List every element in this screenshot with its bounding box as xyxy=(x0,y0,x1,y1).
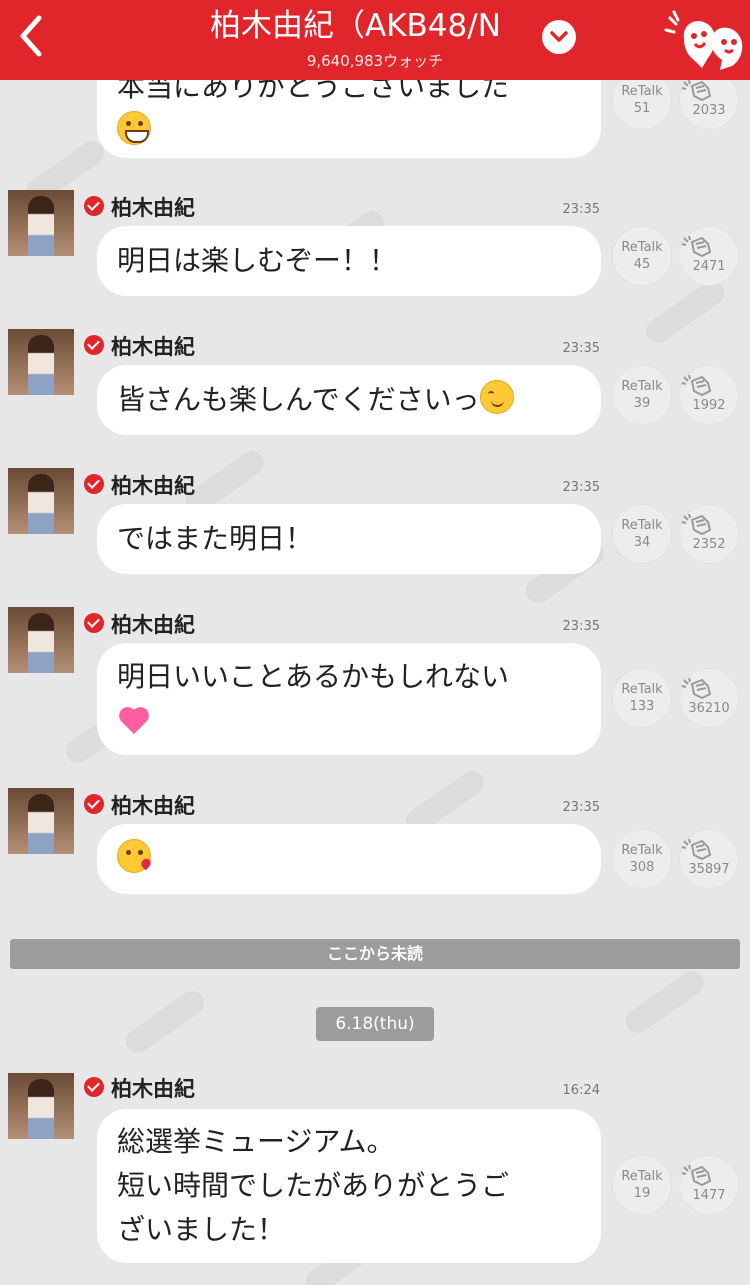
title-dropdown-button[interactable] xyxy=(542,20,576,54)
page-title: 柏木由紀（AKB48/N xyxy=(210,8,501,44)
message-time: 16:24 xyxy=(562,1083,600,1098)
clap-button[interactable]: 1477 xyxy=(679,1155,739,1215)
clap-count: 2033 xyxy=(692,103,726,118)
retalk-label: ReTalk xyxy=(621,518,663,533)
message-text: ざいました！ xyxy=(117,1213,286,1246)
smiling-face-emoji-icon xyxy=(479,380,514,414)
verified-check-icon xyxy=(84,196,104,216)
message-text: 明日は楽しむぞー！！ xyxy=(117,244,398,277)
retalk-button[interactable]: ReTalk 19 xyxy=(612,1155,672,1215)
message-bubble[interactable]: 明日は楽しむぞー！！ xyxy=(97,226,601,296)
retalk-count: 39 xyxy=(633,396,651,411)
message-time: 23:35 xyxy=(562,800,600,815)
verified-check-icon xyxy=(84,474,104,494)
clap-icon xyxy=(681,838,712,861)
clap-icon xyxy=(681,79,712,102)
clap-count: 2352 xyxy=(692,537,726,552)
avatar[interactable] xyxy=(8,1073,74,1139)
message-bubble[interactable]: 皆さんも楽しんでくださいっ xyxy=(97,365,601,435)
retalk-label: ReTalk xyxy=(621,682,663,697)
clap-button[interactable]: 2352 xyxy=(679,504,739,564)
verified-check-icon xyxy=(84,613,104,633)
retalk-count: 34 xyxy=(633,535,651,550)
clap-count: 36210 xyxy=(688,701,730,716)
kissing-face-emoji-icon xyxy=(117,839,151,873)
message-text: 明日いいことあるかもしれない xyxy=(117,660,510,693)
unread-divider: ここから未読 xyxy=(10,939,740,969)
avatar[interactable] xyxy=(8,190,74,256)
retalk-count: 308 xyxy=(629,860,655,875)
message-time: 23:35 xyxy=(562,619,600,634)
app-header: 柏木由紀（AKB48/N 9,640,983ウォッチ xyxy=(0,0,750,80)
verified-check-icon xyxy=(84,335,104,355)
grinning-face-emoji-icon xyxy=(117,111,151,145)
message-text: 総選挙ミュージアム。 xyxy=(117,1125,395,1158)
retalk-label: ReTalk xyxy=(621,240,663,255)
clap-count: 1992 xyxy=(692,398,726,413)
clap-count: 2471 xyxy=(692,259,726,274)
mascot-icon xyxy=(664,10,743,70)
retalk-count: 133 xyxy=(629,699,655,714)
clap-count: 35897 xyxy=(688,862,730,877)
date-separator: 6.18(thu) xyxy=(316,1007,434,1041)
clap-icon xyxy=(681,513,712,536)
watcher-count: 9,640,983ウォッチ xyxy=(306,52,444,70)
retalk-button[interactable]: ReTalk 133 xyxy=(612,668,672,728)
retalk-button[interactable]: ReTalk 308 xyxy=(612,829,672,889)
message-bubble[interactable]: 明日いいことあるかもしれない xyxy=(97,643,601,755)
retalk-count: 51 xyxy=(633,101,651,116)
avatar[interactable] xyxy=(8,788,74,854)
retalk-button[interactable]: ReTalk 34 xyxy=(612,504,672,564)
message-text: ではまた明日！ xyxy=(117,522,314,555)
author-name[interactable]: 柏木由紀 xyxy=(111,331,195,361)
clap-button[interactable]: 36210 xyxy=(679,668,739,728)
message-bubble[interactable]: 総選挙ミュージアム。 短い時間でしたがありがとうご ざいました！ xyxy=(97,1109,601,1263)
retalk-count: 45 xyxy=(633,257,651,272)
avatar[interactable] xyxy=(8,607,74,673)
sparkling-heart-emoji-icon xyxy=(117,704,151,734)
verified-check-icon xyxy=(84,1077,104,1097)
retalk-label: ReTalk xyxy=(621,843,663,858)
message-text: 皆さんも楽しんでくださいっ xyxy=(117,383,480,416)
clap-button[interactable]: 1992 xyxy=(679,365,739,425)
chevron-down-icon xyxy=(550,31,568,42)
author-name[interactable]: 柏木由紀 xyxy=(111,470,195,500)
mascot-menu-button[interactable] xyxy=(664,8,748,76)
avatar[interactable] xyxy=(8,468,74,534)
author-name[interactable]: 柏木由紀 xyxy=(111,192,195,222)
message-time: 23:35 xyxy=(562,480,600,495)
avatar[interactable] xyxy=(8,329,74,395)
message-bubble[interactable]: ではまた明日！ xyxy=(97,504,601,574)
author-name[interactable]: 柏木由紀 xyxy=(111,609,195,639)
author-name[interactable]: 柏木由紀 xyxy=(111,790,195,820)
clap-button[interactable]: 2471 xyxy=(679,226,739,286)
clap-icon xyxy=(681,235,712,258)
retalk-label: ReTalk xyxy=(621,1169,663,1184)
retalk-label: ReTalk xyxy=(621,379,663,394)
message-time: 23:35 xyxy=(562,341,600,356)
retalk-button[interactable]: ReTalk 45 xyxy=(612,226,672,286)
clap-icon xyxy=(681,1164,712,1187)
retalk-label: ReTalk xyxy=(621,84,663,99)
message-bubble[interactable] xyxy=(97,824,601,894)
verified-check-icon xyxy=(84,794,104,814)
author-name[interactable]: 柏木由紀 xyxy=(111,1073,195,1103)
clap-count: 1477 xyxy=(692,1188,726,1203)
retalk-button[interactable]: ReTalk 39 xyxy=(612,365,672,425)
message-time: 23:35 xyxy=(562,202,600,217)
clap-button[interactable]: 35897 xyxy=(679,829,739,889)
retalk-count: 19 xyxy=(633,1186,651,1201)
clap-icon xyxy=(681,677,712,700)
clap-icon xyxy=(681,374,712,397)
message-text: 短い時間でしたがありがとうご xyxy=(117,1169,510,1202)
